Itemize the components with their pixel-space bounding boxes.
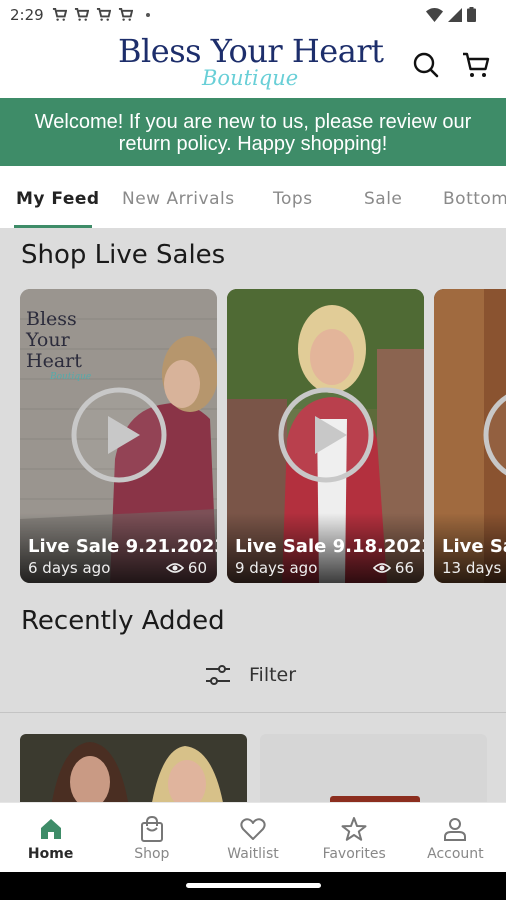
signal-icon bbox=[448, 7, 462, 22]
product-card[interactable] bbox=[260, 734, 487, 802]
home-icon bbox=[40, 819, 61, 839]
section-title-recently-added: Recently Added bbox=[21, 606, 225, 636]
filter-label: Filter bbox=[249, 664, 297, 686]
system-navigation-bar bbox=[0, 872, 506, 900]
section-title-live-sales: Shop Live Sales bbox=[21, 240, 226, 270]
nav-account[interactable]: Account bbox=[405, 803, 506, 872]
nav-waitlist[interactable]: Waitlist bbox=[202, 803, 303, 872]
live-sale-age: 6 days ago bbox=[28, 559, 111, 577]
live-sale-title: Live Sa bbox=[442, 536, 506, 557]
thumbnail-logo: Bless Your Heart Boutique bbox=[26, 308, 92, 383]
banner-line-2: return policy. Happy shopping! bbox=[118, 133, 388, 155]
notification-icons bbox=[52, 7, 150, 22]
search-icon bbox=[413, 52, 439, 78]
more-notifications-dot bbox=[146, 12, 150, 17]
live-sale-age: 13 days bbox=[442, 559, 502, 577]
live-sale-card[interactable]: Live Sa 13 days bbox=[434, 289, 506, 583]
view-count: 66 bbox=[372, 559, 414, 577]
heart-icon bbox=[240, 818, 266, 840]
cart-notification-icon bbox=[118, 7, 133, 21]
cart-notification-icon bbox=[74, 7, 89, 21]
brand-logo[interactable]: Bless Your Heart Boutique bbox=[118, 32, 390, 96]
view-count: 60 bbox=[165, 559, 207, 577]
logo-wordmark: Bless Your Heart bbox=[118, 32, 384, 70]
product-thumbnail bbox=[20, 734, 247, 802]
live-sale-title: Live Sale 9.18.2023 bbox=[235, 536, 424, 557]
star-icon bbox=[341, 817, 367, 841]
cart-button[interactable] bbox=[459, 48, 493, 82]
search-button[interactable] bbox=[409, 48, 443, 82]
person-icon bbox=[444, 818, 467, 841]
feed-content: Shop Live Sales Bless Your Heart Boutiqu… bbox=[0, 228, 506, 802]
filter-button[interactable]: Filter bbox=[205, 664, 296, 686]
status-time: 2:29 bbox=[10, 6, 44, 24]
play-icon bbox=[483, 394, 506, 476]
live-sale-card[interactable]: Bless Your Heart Boutique Live Sale 9.21… bbox=[20, 289, 217, 583]
tab-bottoms[interactable]: Bottoms bbox=[443, 189, 506, 209]
filter-sliders-icon bbox=[206, 665, 230, 685]
logo-script: Boutique bbox=[202, 66, 299, 90]
tab-tops[interactable]: Tops bbox=[273, 189, 313, 209]
eye-icon bbox=[165, 563, 184, 573]
live-sale-title: Live Sale 9.21.2023 bbox=[28, 536, 217, 557]
banner-line-1: Welcome! If you are new to us, please re… bbox=[34, 111, 472, 133]
live-sale-card[interactable]: Live Sale 9.18.2023 9 days ago 66 bbox=[227, 289, 424, 583]
cart-icon bbox=[463, 52, 490, 77]
cart-notification-icon bbox=[52, 7, 67, 21]
status-bar: 2:29 bbox=[0, 0, 506, 32]
nav-favorites[interactable]: Favorites bbox=[304, 803, 405, 872]
system-icons bbox=[426, 7, 476, 22]
wifi-icon bbox=[426, 7, 443, 22]
battery-icon bbox=[467, 7, 476, 22]
play-icon bbox=[278, 387, 374, 483]
tab-new-arrivals[interactable]: New Arrivals bbox=[122, 189, 235, 209]
tab-my-feed[interactable]: My Feed bbox=[16, 189, 100, 209]
product-card[interactable] bbox=[20, 734, 247, 802]
section-divider bbox=[0, 712, 506, 713]
app-header: Bless Your Heart Boutique bbox=[0, 32, 506, 98]
nav-shop[interactable]: Shop bbox=[101, 803, 202, 872]
live-sale-age: 9 days ago bbox=[235, 559, 318, 577]
welcome-banner: Welcome! If you are new to us, please re… bbox=[0, 98, 506, 166]
home-gesture-handle[interactable] bbox=[186, 883, 321, 888]
shopping-bag-icon bbox=[140, 815, 163, 842]
tab-sale[interactable]: Sale bbox=[364, 189, 402, 209]
play-icon bbox=[71, 387, 167, 483]
cart-notification-icon bbox=[96, 7, 111, 21]
nav-home[interactable]: Home bbox=[0, 803, 101, 872]
bottom-navigation: Home Shop Waitlist Favorites Account bbox=[0, 802, 506, 872]
eye-icon bbox=[372, 563, 391, 573]
category-tabs: My Feed New Arrivals Tops Sale Bottoms bbox=[0, 166, 506, 228]
